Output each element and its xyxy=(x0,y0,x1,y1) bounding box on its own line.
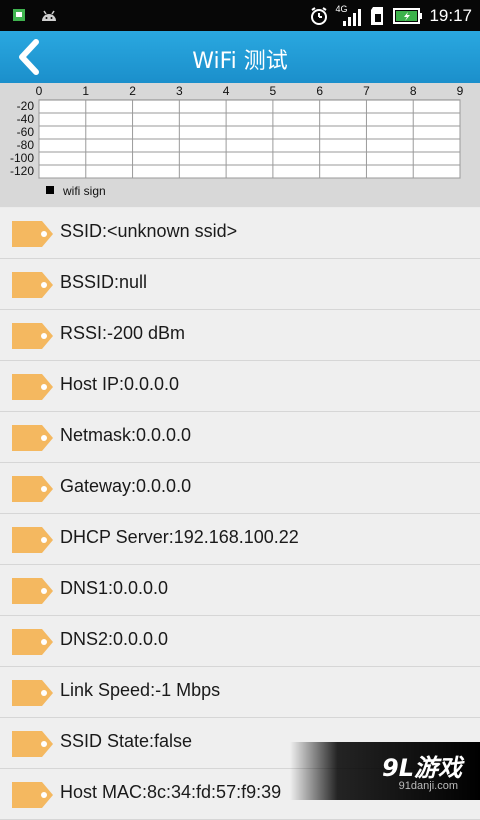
y-tick-label: -40 xyxy=(17,112,35,126)
list-item[interactable]: Link Speed:-1 Mbps xyxy=(0,667,480,718)
signal-icon xyxy=(343,9,362,26)
tag-icon xyxy=(12,374,53,400)
y-tick-label: -80 xyxy=(17,138,35,152)
watermark: 9L游戏 91danji.com xyxy=(290,742,480,800)
list-item-label: Gateway:0.0.0.0 xyxy=(60,476,192,496)
y-tick-label: -60 xyxy=(17,125,35,139)
list-item-label: SSID State:false xyxy=(60,731,193,751)
x-tick-label: 0 xyxy=(36,84,43,98)
x-tick-label: 9 xyxy=(457,84,464,98)
list-item-label: DNS1:0.0.0.0 xyxy=(60,578,169,598)
list-item[interactable]: Host IP:0.0.0.0 xyxy=(0,361,480,412)
tag-icon xyxy=(12,476,53,502)
x-tick-label: 7 xyxy=(363,84,370,98)
watermark-url: 91danji.com xyxy=(398,780,458,792)
x-tick-label: 3 xyxy=(176,84,183,98)
list-item-label: Host IP:0.0.0.0 xyxy=(60,374,180,394)
x-tick-label: 4 xyxy=(223,84,230,98)
legend-label: wifi sign xyxy=(62,184,106,198)
sd-card-icon xyxy=(371,7,384,25)
list-item-label: Netmask:0.0.0.0 xyxy=(60,425,192,445)
list-item[interactable]: RSSI:-200 dBm xyxy=(0,310,480,361)
x-tick-label: 1 xyxy=(82,84,89,98)
sim-icon xyxy=(13,9,25,21)
list-item-label: BSSID:null xyxy=(60,272,148,292)
y-tick-label: -20 xyxy=(17,99,35,113)
list-item-label: SSID:<unknown ssid> xyxy=(60,221,238,241)
info-list: SSID:<unknown ssid> BSSID:null RSSI:-200 d… xyxy=(0,208,480,820)
x-tick-label: 5 xyxy=(270,84,277,98)
battery-icon xyxy=(393,8,423,24)
status-bar: 4G 19:17 xyxy=(0,0,480,31)
tag-icon xyxy=(12,578,53,604)
y-tick-label: -100 xyxy=(10,151,34,165)
title-bar: WiFi 测试 xyxy=(0,31,480,83)
clock: 19:17 xyxy=(429,6,472,25)
legend-swatch xyxy=(46,186,54,194)
tag-icon xyxy=(12,527,53,553)
tag-icon xyxy=(12,782,53,808)
tag-icon xyxy=(12,680,53,706)
tag-icon xyxy=(12,272,53,298)
list-item[interactable]: Gateway:0.0.0.0 xyxy=(0,463,480,514)
list-item[interactable]: DNS1:0.0.0.0 xyxy=(0,565,480,616)
chart-svg: 0 1 2 3 4 5 6 7 8 9 -20-40-60-80-100-120 wifi sign xyxy=(10,84,464,198)
list-item[interactable]: BSSID:null xyxy=(0,259,480,310)
list-item[interactable]: DNS2:0.0.0.0 xyxy=(0,616,480,667)
list-item-label: RSSI:-200 dBm xyxy=(60,323,186,343)
x-tick-label: 8 xyxy=(410,84,417,98)
tag-icon xyxy=(12,323,53,349)
wifi-signal-chart: 0 1 2 3 4 5 6 7 8 9 -20 -40 -60 -80 -100 -120 wifi sign xyxy=(0,83,480,207)
x-tick-label: 6 xyxy=(316,84,323,98)
tag-icon xyxy=(12,221,53,247)
list-item[interactable]: SSID:<unknown ssid> xyxy=(0,208,480,259)
list-item[interactable]: Netmask:0.0.0.0 xyxy=(0,412,480,463)
list-item-label: Link Speed:-1 Mbps xyxy=(60,680,221,700)
tag-icon xyxy=(12,629,53,655)
alarm-icon xyxy=(311,7,328,25)
tag-icon xyxy=(12,425,53,451)
x-tick-label: 2 xyxy=(129,84,136,98)
watermark-logo: 9L游戏 xyxy=(382,754,462,782)
list-item-label: DNS2:0.0.0.0 xyxy=(60,629,169,649)
y-tick-label: -120 xyxy=(10,164,34,178)
tag-icon xyxy=(12,731,53,757)
android-icon xyxy=(42,10,56,21)
list-item[interactable]: DHCP Server:192.168.100.22 xyxy=(0,514,480,565)
list-item-label: DHCP Server:192.168.100.22 xyxy=(60,527,299,547)
page-title: WiFi 测试 xyxy=(192,49,288,74)
